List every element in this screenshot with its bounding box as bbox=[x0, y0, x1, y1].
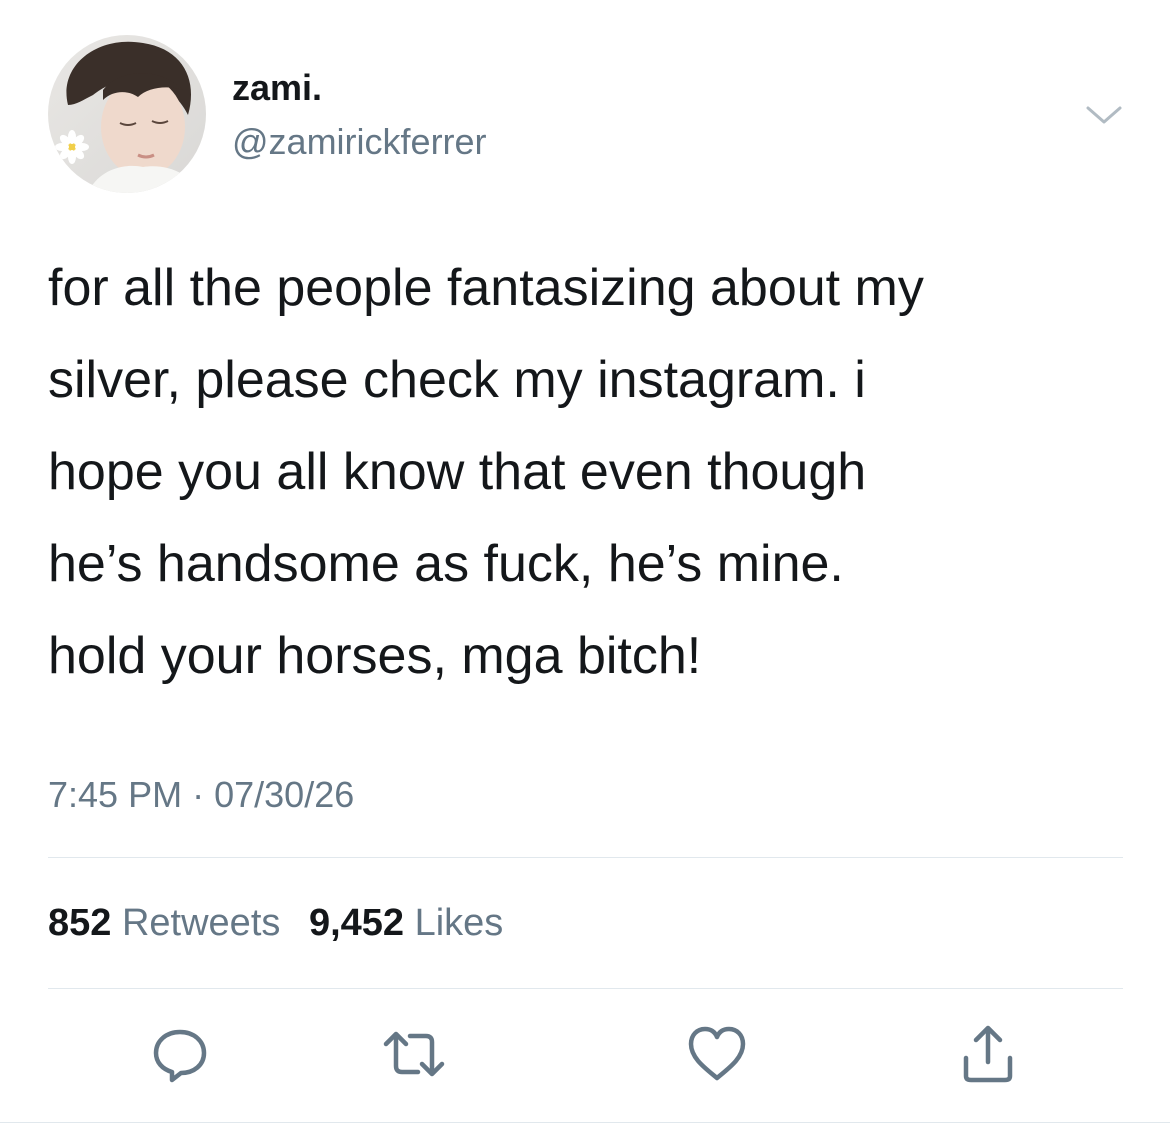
avatar[interactable] bbox=[48, 35, 206, 193]
like-button[interactable] bbox=[685, 1022, 749, 1086]
meta-separator: · bbox=[192, 774, 205, 815]
retweets-stat[interactable]: 852 Retweets bbox=[48, 898, 280, 948]
heart-icon bbox=[688, 1026, 746, 1081]
tweet-card: zami. @zamirickferrer for all the people… bbox=[0, 0, 1170, 1131]
tweet-line: he’s handsome as fuck, he’s mine. bbox=[48, 535, 844, 593]
share-icon bbox=[963, 1025, 1013, 1083]
retweet-button[interactable] bbox=[382, 1022, 446, 1086]
likes-count: 9,452 bbox=[308, 902, 405, 944]
tweet-time: 7:45 PM bbox=[48, 774, 183, 815]
display-name[interactable]: zami. bbox=[232, 66, 322, 110]
tweet-line: for all the people fantasizing about my bbox=[48, 259, 924, 317]
divider bbox=[48, 988, 1123, 989]
tweet-date: 07/30/26 bbox=[214, 774, 355, 815]
retweets-label: Retweets bbox=[121, 902, 281, 944]
tweet-line: hold your horses, mga bitch! bbox=[48, 627, 702, 685]
likes-label: Likes bbox=[414, 902, 504, 944]
tweet-timestamp[interactable]: 7:45 PM · 07/30/26 bbox=[48, 770, 354, 820]
divider bbox=[48, 857, 1123, 858]
retweets-count: 852 bbox=[48, 902, 112, 944]
retweet-icon bbox=[383, 1031, 445, 1077]
divider bbox=[0, 1122, 1170, 1123]
likes-stat[interactable]: 9,452 Likes bbox=[309, 898, 503, 948]
chevron-down-icon[interactable] bbox=[1080, 98, 1128, 134]
share-button[interactable] bbox=[956, 1022, 1020, 1086]
tweet-text: for all the people fantasizing about my … bbox=[48, 242, 1138, 702]
user-handle[interactable]: @zamirickferrer bbox=[232, 120, 487, 164]
tweet-line: silver, please check my instagram. i bbox=[48, 351, 866, 409]
tweet-line: hope you all know that even though bbox=[48, 443, 867, 501]
profile-photo-icon bbox=[48, 35, 206, 193]
engagement-stats: 852 Retweets 9,452 Likes bbox=[48, 898, 521, 948]
reply-icon bbox=[153, 1029, 207, 1083]
reply-button[interactable] bbox=[148, 1022, 212, 1086]
